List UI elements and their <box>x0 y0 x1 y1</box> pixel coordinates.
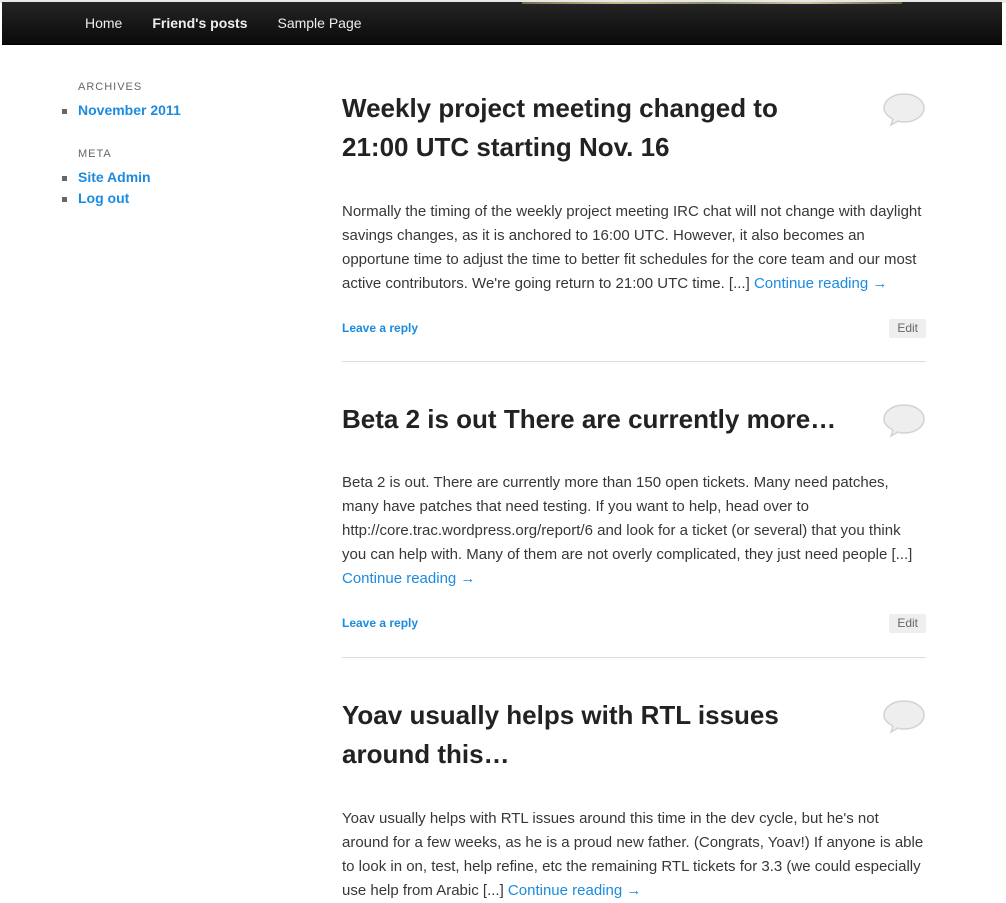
edit-button[interactable]: Edit <box>889 319 926 338</box>
nav-item-sample-page[interactable]: Sample Page <box>262 2 376 44</box>
nav-item-friends-posts[interactable]: Friend's posts <box>137 2 262 44</box>
archives-widget: ARCHIVES November 2011 <box>62 80 282 121</box>
post-title[interactable]: Weekly project meeting changed to 21:00 … <box>342 89 822 167</box>
archives-list: November 2011 <box>62 100 282 121</box>
meta-widget: META Site Admin Log out <box>62 147 282 209</box>
list-item: Site Admin <box>62 167 282 188</box>
comment-bubble-icon[interactable] <box>882 698 926 734</box>
continue-reading-link[interactable]: Continue reading → <box>508 882 641 899</box>
bullet-icon <box>62 109 67 114</box>
list-item: Log out <box>62 188 282 209</box>
leave-a-reply-link[interactable]: Leave a reply <box>342 616 418 630</box>
edit-button[interactable]: Edit <box>889 614 926 633</box>
post-excerpt: Yoav usually helps with RTL issues aroun… <box>342 807 926 903</box>
header-image-strip <box>522 2 902 4</box>
post: Beta 2 is out There are currently more… … <box>342 400 926 634</box>
main-menu: Home Friend's posts Sample Page <box>70 2 377 44</box>
post-title[interactable]: Yoav usually helps with RTL issues aroun… <box>342 696 802 774</box>
continue-reading-link[interactable]: Continue reading → <box>754 275 887 292</box>
nav-item-home[interactable]: Home <box>70 2 137 44</box>
site-admin-link[interactable]: Site Admin <box>78 169 151 185</box>
post-footer: Leave a reply Edit <box>342 319 926 339</box>
archive-link-november-2011[interactable]: November 2011 <box>78 102 181 118</box>
continue-reading-link[interactable]: Continue reading → <box>342 570 475 587</box>
post-title[interactable]: Beta 2 is out There are currently more… <box>342 400 842 439</box>
post: Weekly project meeting changed to 21:00 … <box>342 89 926 339</box>
sidebar: ARCHIVES November 2011 META Site Admin L… <box>62 80 282 235</box>
bullet-icon <box>62 176 67 181</box>
post-excerpt: Beta 2 is out. There are currently more … <box>342 471 926 591</box>
post-excerpt-text: Beta 2 is out. There are currently more … <box>342 474 913 563</box>
top-navigation-bar: Home Friend's posts Sample Page <box>2 2 1002 45</box>
comment-bubble-icon[interactable] <box>882 91 926 127</box>
post: Yoav usually helps with RTL issues aroun… <box>342 696 926 903</box>
post-excerpt: Normally the timing of the weekly projec… <box>342 200 926 296</box>
meta-list: Site Admin Log out <box>62 167 282 209</box>
post-divider <box>342 657 926 658</box>
archives-widget-title: ARCHIVES <box>78 81 143 93</box>
post-divider <box>342 361 926 362</box>
meta-widget-title: META <box>78 148 112 160</box>
post-footer: Leave a reply Edit <box>342 614 926 634</box>
bullet-icon <box>62 197 67 202</box>
comment-bubble-icon[interactable] <box>882 402 926 438</box>
log-out-link[interactable]: Log out <box>78 190 129 206</box>
list-item: November 2011 <box>62 100 282 121</box>
leave-a-reply-link[interactable]: Leave a reply <box>342 321 418 335</box>
